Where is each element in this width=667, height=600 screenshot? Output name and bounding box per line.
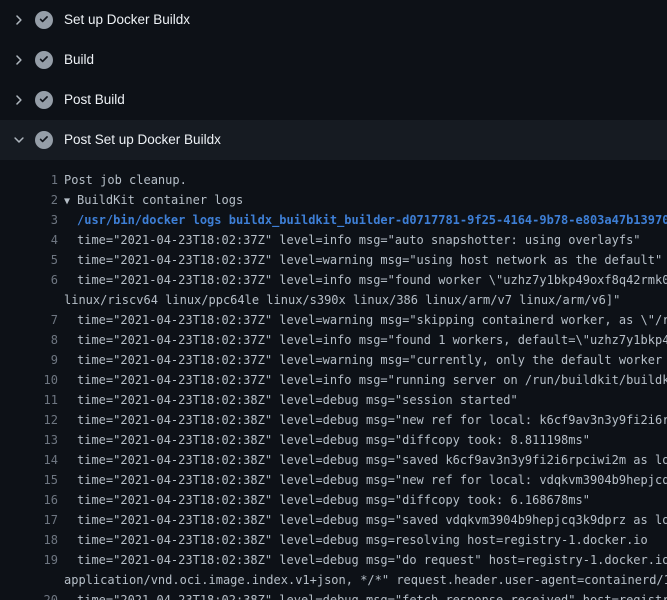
log-line: 6time="2021-04-23T18:02:37Z" level=info …	[0, 270, 667, 290]
check-icon	[35, 131, 53, 149]
line-number[interactable]: 17	[0, 510, 58, 530]
log-text: time="2021-04-23T18:02:37Z" level=info m…	[58, 270, 667, 290]
line-number[interactable]: 19	[0, 550, 58, 570]
step-label: Post Build	[64, 93, 125, 107]
log-text: time="2021-04-23T18:02:38Z" level=debug …	[58, 510, 667, 530]
log-line: 16time="2021-04-23T18:02:38Z" level=debu…	[0, 490, 667, 510]
log-line: 12time="2021-04-23T18:02:38Z" level=debu…	[0, 410, 667, 430]
check-icon	[35, 91, 53, 109]
log-text: time="2021-04-23T18:02:38Z" level=debug …	[58, 530, 648, 550]
log-line: 14time="2021-04-23T18:02:38Z" level=debu…	[0, 450, 667, 470]
step-label: Set up Docker Buildx	[64, 13, 190, 27]
line-number	[0, 570, 58, 590]
step-list: Set up Docker Buildx Build Post Build Post …	[0, 0, 667, 160]
chevron-right-icon	[12, 93, 26, 107]
line-number[interactable]: 11	[0, 390, 58, 410]
log-line: 17time="2021-04-23T18:02:38Z" level=debu…	[0, 510, 667, 530]
line-number	[0, 290, 58, 310]
log-line: 5time="2021-04-23T18:02:37Z" level=warni…	[0, 250, 667, 270]
log-line: 10time="2021-04-23T18:02:37Z" level=info…	[0, 370, 667, 390]
log-line: 18time="2021-04-23T18:02:38Z" level=debu…	[0, 530, 667, 550]
check-icon	[35, 51, 53, 69]
line-number[interactable]: 9	[0, 350, 58, 370]
log-text: time="2021-04-23T18:02:37Z" level=info m…	[58, 370, 667, 390]
step-row-build[interactable]: Build	[0, 40, 667, 80]
step-row-set-up-docker-buildx[interactable]: Set up Docker Buildx	[0, 0, 667, 40]
log-line: 2 ▼ BuildKit container logs	[0, 190, 667, 210]
check-icon	[35, 11, 53, 29]
log-text: time="2021-04-23T18:02:38Z" level=debug …	[58, 430, 590, 450]
log-text: time="2021-04-23T18:02:37Z" level=info m…	[58, 230, 641, 250]
line-number[interactable]: 4	[0, 230, 58, 250]
log-text: time="2021-04-23T18:02:38Z" level=debug …	[58, 490, 590, 510]
log-text: linux/riscv64 linux/ppc64le linux/s390x …	[58, 290, 620, 310]
log-area: 1Post job cleanup.2 ▼ BuildKit container l…	[0, 160, 667, 600]
line-number[interactable]: 3	[0, 210, 58, 230]
log-line-continuation: application/vnd.oci.image.index.v1+json,…	[0, 570, 667, 590]
log-text: time="2021-04-23T18:02:38Z" level=debug …	[58, 550, 667, 570]
line-number[interactable]: 8	[0, 330, 58, 350]
log-text: time="2021-04-23T18:02:38Z" level=debug …	[58, 390, 518, 410]
chevron-right-icon	[12, 53, 26, 67]
line-number[interactable]: 14	[0, 450, 58, 470]
step-label: Post Set up Docker Buildx	[64, 133, 221, 147]
log-text: time="2021-04-23T18:02:37Z" level=info m…	[58, 330, 667, 350]
log-line: 4time="2021-04-23T18:02:37Z" level=info …	[0, 230, 667, 250]
log-text: time="2021-04-23T18:02:38Z" level=debug …	[58, 410, 667, 430]
step-row-post-build[interactable]: Post Build	[0, 80, 667, 120]
line-number[interactable]: 16	[0, 490, 58, 510]
log-text: time="2021-04-23T18:02:38Z" level=debug …	[58, 470, 667, 490]
log-text: Post job cleanup.	[58, 170, 187, 190]
disclosure-triangle-icon[interactable]: ▼	[64, 196, 70, 207]
actions-log-viewer: Set up Docker Buildx Build Post Build Post …	[0, 0, 667, 600]
log-line: 19time="2021-04-23T18:02:38Z" level=debu…	[0, 550, 667, 570]
step-label: Build	[64, 53, 94, 67]
line-number[interactable]: 6	[0, 270, 58, 290]
log-text: time="2021-04-23T18:02:37Z" level=warnin…	[58, 250, 662, 270]
log-line: 3/usr/bin/docker logs buildx_buildkit_bu…	[0, 210, 667, 230]
log-group-toggle[interactable]: ▼ BuildKit container logs	[58, 190, 243, 210]
log-line: 7time="2021-04-23T18:02:37Z" level=warni…	[0, 310, 667, 330]
line-number[interactable]: 1	[0, 170, 58, 190]
line-number[interactable]: 18	[0, 530, 58, 550]
line-number[interactable]: 2	[0, 190, 58, 210]
line-number[interactable]: 5	[0, 250, 58, 270]
step-row-post-set-up-docker-buildx[interactable]: Post Set up Docker Buildx	[0, 120, 667, 160]
log-line: 20time="2021-04-23T18:02:38Z" level=debu…	[0, 590, 667, 600]
log-line: 8time="2021-04-23T18:02:37Z" level=info …	[0, 330, 667, 350]
log-line: 9time="2021-04-23T18:02:37Z" level=warni…	[0, 350, 667, 370]
log-text: time="2021-04-23T18:02:37Z" level=warnin…	[58, 310, 667, 330]
line-number[interactable]: 10	[0, 370, 58, 390]
log-text: time="2021-04-23T18:02:38Z" level=debug …	[58, 590, 667, 600]
log-line: 1Post job cleanup.	[0, 170, 667, 190]
log-line: 13time="2021-04-23T18:02:38Z" level=debu…	[0, 430, 667, 450]
log-line: 11time="2021-04-23T18:02:38Z" level=debu…	[0, 390, 667, 410]
chevron-right-icon	[12, 13, 26, 27]
line-number[interactable]: 15	[0, 470, 58, 490]
log-text: time="2021-04-23T18:02:38Z" level=debug …	[58, 450, 667, 470]
line-number[interactable]: 7	[0, 310, 58, 330]
log-text: time="2021-04-23T18:02:37Z" level=warnin…	[58, 350, 667, 370]
log-text: application/vnd.oci.image.index.v1+json,…	[58, 570, 667, 590]
line-number[interactable]: 12	[0, 410, 58, 430]
line-number[interactable]: 13	[0, 430, 58, 450]
log-command-text: /usr/bin/docker logs buildx_buildkit_bui…	[58, 210, 667, 230]
line-number[interactable]: 20	[0, 590, 58, 600]
log-line-continuation: linux/riscv64 linux/ppc64le linux/s390x …	[0, 290, 667, 310]
log-line: 15time="2021-04-23T18:02:38Z" level=debu…	[0, 470, 667, 490]
chevron-down-icon	[12, 133, 26, 147]
log-group-label: BuildKit container logs	[77, 193, 243, 207]
